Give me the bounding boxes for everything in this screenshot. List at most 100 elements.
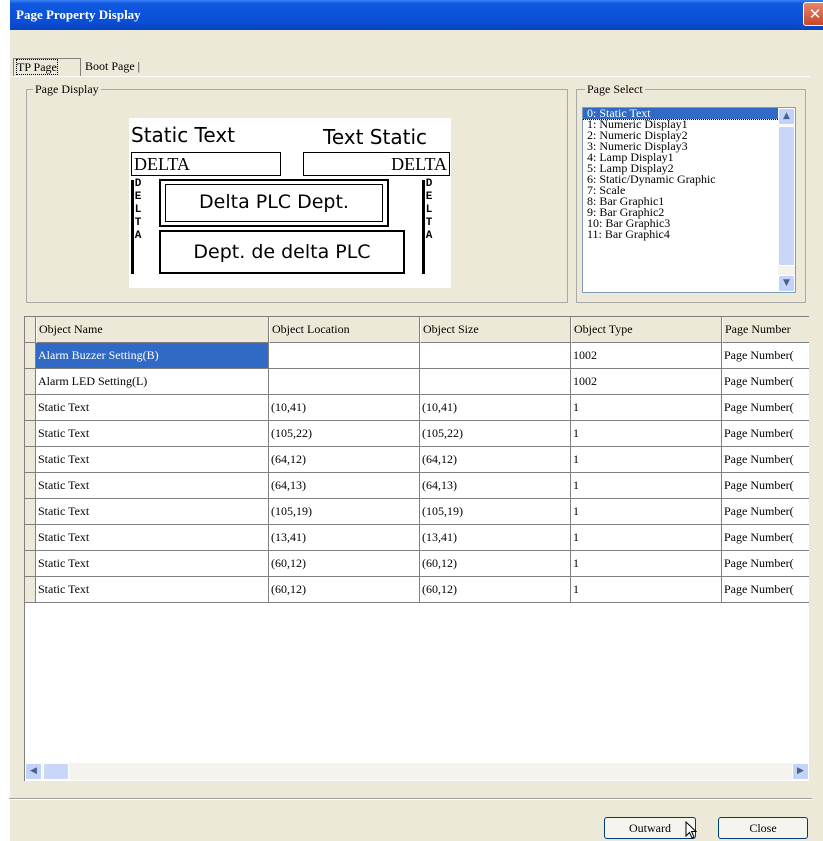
table-cell[interactable]: Page Number(	[722, 499, 809, 525]
row-header[interactable]	[25, 343, 36, 369]
page-preview: Static Text Text Static DELTA DELTA Delt…	[129, 118, 451, 288]
scroll-left-icon[interactable]: ◀	[25, 763, 42, 780]
table-header-row: Object Name Object Location Object Size Obj…	[25, 317, 809, 343]
table-row[interactable]: Static Text (13,41) (13,41) 1 Page Number(	[25, 525, 809, 551]
table-cell[interactable]: (64,12)	[420, 447, 571, 473]
table-cell[interactable]	[420, 369, 571, 395]
table-cell[interactable]: (105,19)	[269, 499, 420, 525]
row-header[interactable]	[25, 395, 36, 421]
table-cell[interactable]: Page Number(	[722, 525, 809, 551]
close-button[interactable]: Close	[718, 817, 808, 839]
column-header[interactable]: Object Size	[420, 317, 571, 343]
table-cell[interactable]: (10,41)	[269, 395, 420, 421]
table-cell[interactable]: Static Text	[36, 447, 269, 473]
table-cell[interactable]: Page Number(	[722, 473, 809, 499]
row-header[interactable]	[25, 473, 36, 499]
table-cell[interactable]: (105,19)	[420, 499, 571, 525]
table-cell[interactable]: (13,41)	[420, 525, 571, 551]
table-cell[interactable]: Static Text	[36, 421, 269, 447]
table-row[interactable]: Alarm Buzzer Setting(B) 1002 Page Number(	[25, 343, 809, 369]
table-cell[interactable]: 1002	[571, 343, 722, 369]
row-header[interactable]	[25, 369, 36, 395]
close-icon: ✕	[808, 5, 822, 23]
table-cell[interactable]	[269, 369, 420, 395]
table-cell[interactable]: 1	[571, 551, 722, 577]
table-row[interactable]: Static Text (64,12) (64,12) 1 Page Number(	[25, 447, 809, 473]
table-cell[interactable]: Page Number(	[722, 421, 809, 447]
table-cell[interactable]: 1	[571, 525, 722, 551]
table-cell[interactable]: (13,41)	[269, 525, 420, 551]
row-header[interactable]	[25, 447, 36, 473]
table-cell[interactable]: Page Number(	[722, 577, 809, 603]
outward-button[interactable]: Outward	[604, 817, 696, 839]
table-row[interactable]: Static Text (64,13) (64,13) 1 Page Number(	[25, 473, 809, 499]
page-select-item[interactable]: 11: Bar Graphic4	[583, 228, 795, 240]
table-cell[interactable]: Page Number(	[722, 369, 809, 395]
table-cell[interactable]: 1	[571, 473, 722, 499]
table-cell[interactable]: (64,13)	[420, 473, 571, 499]
table-cell[interactable]: Page Number(	[722, 551, 809, 577]
window-close-button[interactable]: ✕	[803, 2, 823, 26]
table-cell[interactable]	[269, 343, 420, 369]
table-cell[interactable]: 1	[571, 577, 722, 603]
table-cell[interactable]: Alarm Buzzer Setting(B)	[36, 343, 269, 369]
table-cell[interactable]: 1	[571, 499, 722, 525]
row-header[interactable]	[25, 551, 36, 577]
row-header[interactable]	[25, 577, 36, 603]
page-display-legend: Page Display	[33, 82, 101, 96]
listbox-vertical-scrollbar[interactable]: ▲ ▼	[778, 108, 795, 292]
mouse-cursor-icon	[685, 821, 697, 839]
table-cell[interactable]	[420, 343, 571, 369]
tab-tp-page[interactable]: TP Page	[13, 58, 81, 76]
table-row[interactable]: Static Text (10,41) (10,41) 1 Page Number(	[25, 395, 809, 421]
table-cell[interactable]: (105,22)	[269, 421, 420, 447]
table-cell[interactable]: Static Text	[36, 395, 269, 421]
preview-vertical-right: DELTA	[425, 178, 433, 242]
footer-separator	[9, 798, 812, 800]
table-cell[interactable]: Page Number(	[722, 447, 809, 473]
table-row[interactable]: Static Text (60,12) (60,12) 1 Page Number(	[25, 577, 809, 603]
table-cell[interactable]: (10,41)	[420, 395, 571, 421]
column-header[interactable]: Object Location	[269, 317, 420, 343]
page-select-listbox[interactable]: 0: Static Text 1: Numeric Display1 2: Nume…	[582, 107, 796, 293]
page-display-group: Page Display Static Text Text Static DEL…	[26, 82, 568, 303]
table-cell[interactable]: (60,12)	[420, 577, 571, 603]
row-header[interactable]	[25, 525, 36, 551]
column-header[interactable]: Object Type	[571, 317, 722, 343]
table-cell[interactable]: (64,12)	[269, 447, 420, 473]
scroll-up-icon[interactable]: ▲	[778, 108, 795, 125]
column-header[interactable]: Page Number	[722, 317, 809, 343]
column-header[interactable]: Object Name	[36, 317, 269, 343]
scroll-down-icon[interactable]: ▼	[778, 275, 795, 292]
row-header[interactable]	[25, 421, 36, 447]
table-cell[interactable]: 1	[571, 421, 722, 447]
table-cell[interactable]: 1002	[571, 369, 722, 395]
table-row[interactable]: Static Text (60,12) (60,12) 1 Page Number(	[25, 551, 809, 577]
table-cell[interactable]: (60,12)	[420, 551, 571, 577]
table-cell[interactable]: Page Number(	[722, 395, 809, 421]
table-cell[interactable]: Alarm LED Setting(L)	[36, 369, 269, 395]
title-bar[interactable]: Page Property Display ✕	[10, 0, 823, 30]
table-cell[interactable]: (60,12)	[269, 551, 420, 577]
table-cell[interactable]: Static Text	[36, 577, 269, 603]
row-header[interactable]	[25, 499, 36, 525]
table-cell[interactable]: (64,13)	[269, 473, 420, 499]
table-row[interactable]: Static Text (105,19) (105,19) 1 Page Number(	[25, 499, 809, 525]
table-row[interactable]: Alarm LED Setting(L) 1002 Page Number(	[25, 369, 809, 395]
table-cell[interactable]: Static Text	[36, 473, 269, 499]
preview-static-text-left: Static Text	[131, 123, 235, 147]
table-cell[interactable]: 1	[571, 395, 722, 421]
table-cell[interactable]: Static Text	[36, 499, 269, 525]
scroll-thumb[interactable]	[778, 126, 795, 266]
table-row[interactable]: Static Text (105,22) (105,22) 1 Page Number(	[25, 421, 809, 447]
table-cell[interactable]: Page Number(	[722, 343, 809, 369]
table-cell[interactable]: Static Text	[36, 551, 269, 577]
tab-boot-page[interactable]: Boot Page |	[82, 58, 158, 76]
hscroll-thumb[interactable]	[43, 763, 69, 780]
table-cell[interactable]: (60,12)	[269, 577, 420, 603]
table-cell[interactable]: (105,22)	[420, 421, 571, 447]
table-horizontal-scrollbar[interactable]: ◀ ▶	[25, 763, 809, 780]
scroll-right-icon[interactable]: ▶	[792, 763, 809, 780]
table-cell[interactable]: Static Text	[36, 525, 269, 551]
table-cell[interactable]: 1	[571, 447, 722, 473]
